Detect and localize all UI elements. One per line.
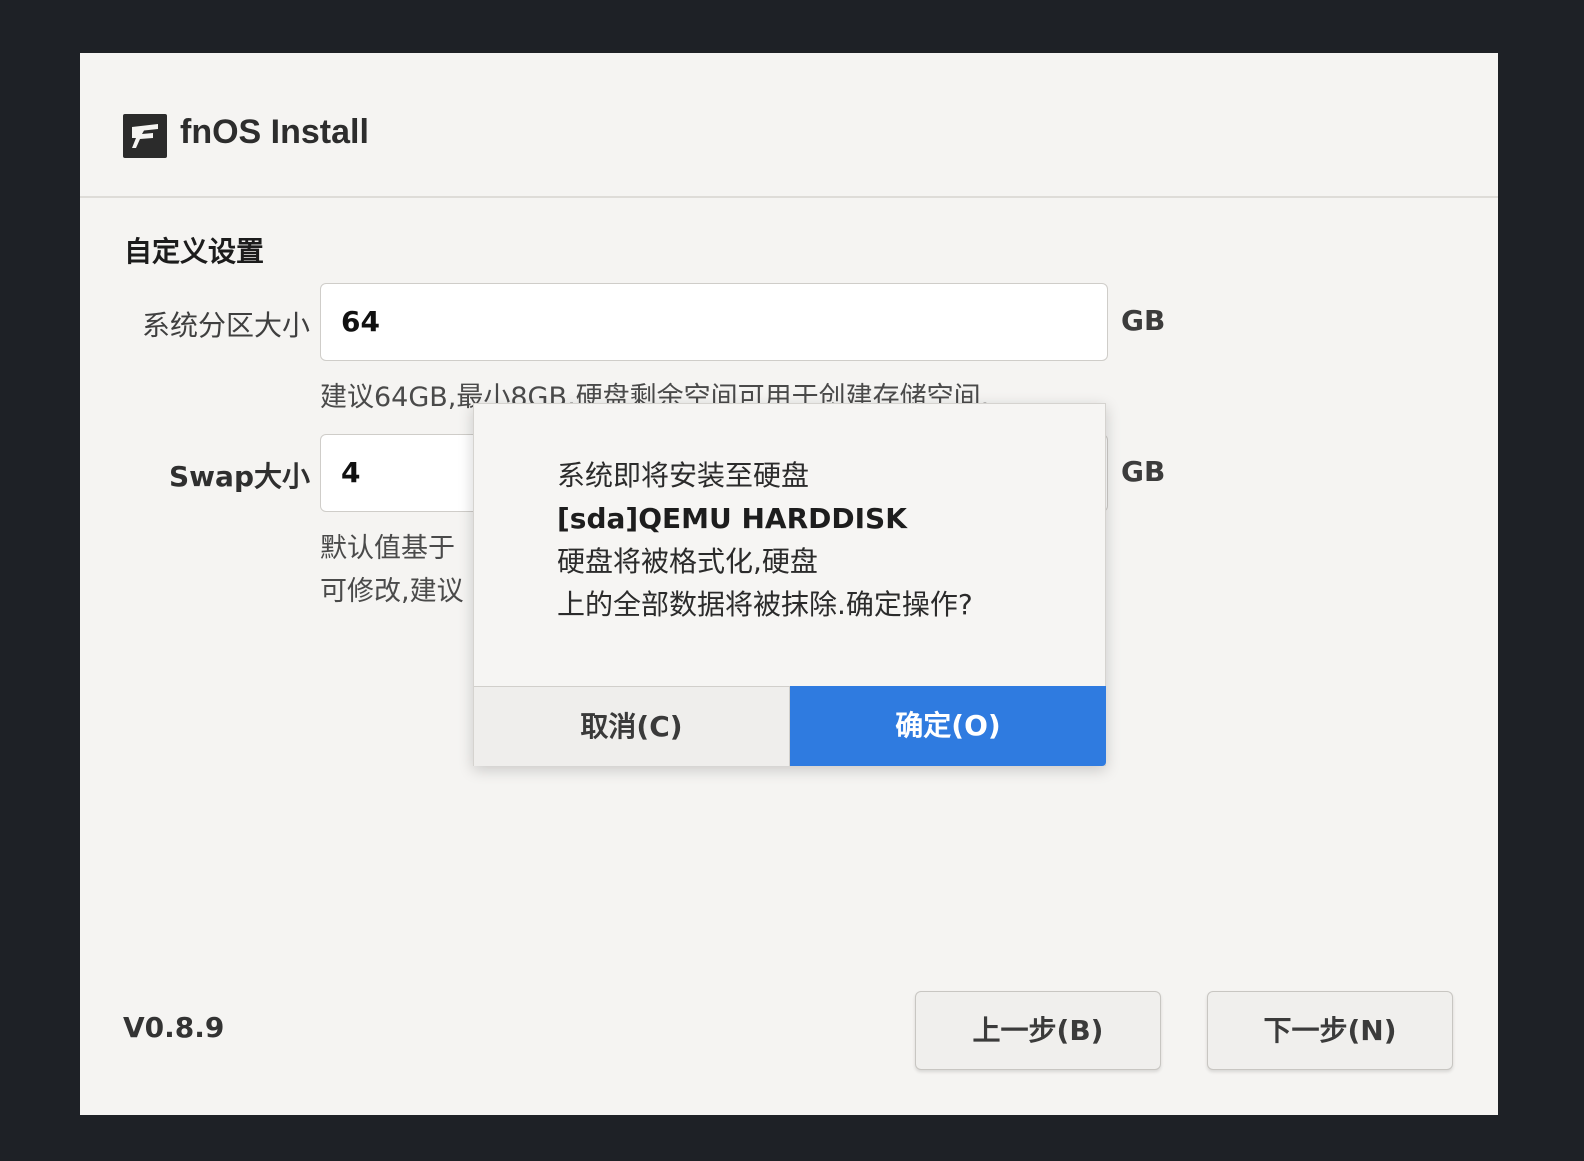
dialog-message: 系统即将安装至硬盘 [sda]QEMU HARDDISK 硬盘将被格式化,硬盘 …: [557, 454, 973, 626]
app-title: fnOS Install: [180, 113, 369, 151]
back-button[interactable]: 上一步(B): [915, 991, 1161, 1070]
next-button[interactable]: 下一步(N): [1207, 991, 1453, 1070]
confirm-button[interactable]: 确定(O): [790, 686, 1106, 766]
fnos-logo-icon: [123, 114, 167, 158]
system-partition-label: 系统分区大小: [141, 309, 310, 342]
swap-hint-line1: 默认值基于: [320, 533, 455, 564]
swap-hint-line2: 可修改,建议: [320, 576, 464, 607]
dialog-disk-name: [sda]QEMU HARDDISK: [557, 502, 907, 535]
dialog-line: 上的全部数据将被抹除.确定操作?: [557, 588, 973, 621]
system-partition-input[interactable]: 64: [320, 283, 1108, 361]
section-title: 自定义设置: [124, 235, 265, 268]
dialog-line: 系统即将安装至硬盘: [557, 459, 810, 492]
version-label: V0.8.9: [123, 1011, 225, 1044]
swap-label: Swap大小: [169, 460, 310, 493]
swap-unit: GB: [1121, 455, 1166, 488]
system-partition-unit: GB: [1121, 304, 1166, 337]
cancel-button[interactable]: 取消(C): [474, 686, 790, 766]
window-header: fnOS Install: [80, 53, 1498, 198]
dialog-line: 硬盘将被格式化,硬盘: [557, 545, 818, 578]
confirm-dialog: 系统即将安装至硬盘 [sda]QEMU HARDDISK 硬盘将被格式化,硬盘 …: [473, 403, 1106, 766]
